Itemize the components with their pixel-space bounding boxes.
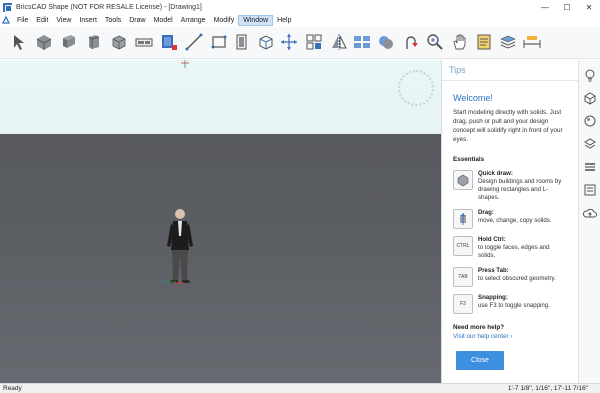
- menu-model[interactable]: Model: [150, 15, 177, 26]
- bulb-icon[interactable]: [581, 66, 599, 84]
- drag-icon: [453, 209, 473, 229]
- extrude-icon[interactable]: [83, 31, 105, 53]
- menu-edit[interactable]: Edit: [32, 15, 52, 26]
- title-bar: BricsCAD Shape (NOT FOR RESALE License) …: [0, 0, 600, 14]
- layers-icon[interactable]: [497, 31, 519, 53]
- welcome-heading: Welcome!: [453, 93, 493, 103]
- maximize-button[interactable]: ☐: [556, 0, 578, 14]
- menu-bar: File Edit View Insert Tools Draw Model A…: [0, 14, 600, 26]
- menu-arrange[interactable]: Arrange: [177, 15, 210, 26]
- viewport-ground: [0, 134, 441, 383]
- properties-icon[interactable]: [473, 31, 495, 53]
- status-text: Ready: [3, 385, 22, 392]
- component-icon[interactable]: [581, 89, 599, 107]
- menu-file[interactable]: File: [13, 15, 32, 26]
- close-tips-button[interactable]: Close: [456, 351, 504, 370]
- status-bar: Ready 1'-7 1/8", 1/16", 17'-11 7/16": [0, 383, 600, 393]
- tip-ctrl: CTRL Hold Ctrl: to toggle faces, edges a…: [453, 236, 567, 260]
- quick-draw-icon: [453, 170, 473, 190]
- tip-description: Design buildings and rooms by drawing re…: [478, 178, 562, 201]
- tip-description: move, change, copy solids.: [478, 217, 552, 224]
- help-center-link[interactable]: Visit our help center ›: [453, 333, 567, 340]
- intro-text: Start modeling directly with solids. Jus…: [453, 109, 563, 143]
- tip-description: to toggle faces, edges and solids.: [478, 244, 550, 259]
- help-heading: Need more help?: [453, 324, 505, 331]
- layers-panel-icon[interactable]: [581, 158, 599, 176]
- tip-snapping: F3 Snapping: use F3 to toggle snapping.: [453, 294, 567, 314]
- essentials-heading: Essentials: [453, 156, 485, 163]
- pan-hand-icon[interactable]: [449, 31, 471, 53]
- render-icon[interactable]: [581, 112, 599, 130]
- tip-quick-draw: Quick draw: Design buildings and rooms b…: [453, 170, 567, 202]
- door-icon[interactable]: [231, 31, 253, 53]
- cube-icon[interactable]: [108, 31, 130, 53]
- push-pull-icon[interactable]: [400, 31, 422, 53]
- tip-title: Press Tab:: [478, 267, 509, 274]
- tips-body: Welcome! Start modeling directly with so…: [442, 81, 578, 340]
- menu-help[interactable]: Help: [273, 15, 295, 26]
- ctrl-key-icon: CTRL: [453, 236, 473, 256]
- window-icon[interactable]: [133, 31, 155, 53]
- drawing-viewport[interactable]: [0, 60, 441, 383]
- tip-drag: Drag: move, change, copy solids.: [453, 209, 567, 229]
- menu-tools[interactable]: Tools: [101, 15, 125, 26]
- menu-insert[interactable]: Insert: [75, 15, 101, 26]
- window-title: BricsCAD Shape (NOT FOR RESALE License) …: [16, 3, 202, 11]
- tips-title: Tips: [449, 65, 466, 75]
- tips-panel: Tips Welcome! Start modeling directly wi…: [441, 60, 578, 383]
- coordinate-readout: 1'-7 1/8", 1/16", 17'-11 7/16": [507, 385, 588, 392]
- stack-icon[interactable]: [581, 135, 599, 153]
- bricscad-logo-icon[interactable]: [2, 16, 10, 24]
- solid-box-icon[interactable]: [33, 31, 55, 53]
- array-icon[interactable]: [351, 31, 373, 53]
- tip-tab: TAB Press Tab: to select obscured geomet…: [453, 267, 567, 287]
- viewport-sky: [0, 60, 441, 134]
- tip-title: Hold Ctrl:: [478, 236, 506, 243]
- tips-header: Tips: [442, 60, 578, 81]
- material-icon[interactable]: [158, 31, 180, 53]
- tip-description: to select obscured geometry.: [478, 275, 556, 282]
- box-view-icon[interactable]: [255, 31, 277, 53]
- select-icon[interactable]: [8, 31, 30, 53]
- tip-title: Quick draw:: [478, 170, 513, 177]
- grid-icon[interactable]: [303, 31, 325, 53]
- line-icon[interactable]: [183, 31, 205, 53]
- app-logo-icon: [3, 2, 12, 12]
- tip-description: use F3 to toggle snapping.: [478, 302, 550, 309]
- polysolid-icon[interactable]: [58, 31, 80, 53]
- minimize-button[interactable]: —: [534, 0, 556, 14]
- main-toolbar: [0, 27, 600, 59]
- zoom-icon[interactable]: [424, 31, 446, 53]
- library-icon[interactable]: [581, 181, 599, 199]
- union-icon[interactable]: [375, 31, 397, 53]
- rectangle-icon[interactable]: [208, 31, 230, 53]
- tip-title: Snapping:: [478, 294, 508, 301]
- menu-modify[interactable]: Modify: [210, 15, 239, 26]
- window-controls: — ☐ ✕: [534, 0, 600, 14]
- mirror-icon[interactable]: [328, 31, 350, 53]
- move-icon[interactable]: [278, 31, 300, 53]
- close-window-button[interactable]: ✕: [578, 0, 600, 14]
- ucs-origin-icon: [181, 60, 189, 68]
- measure-icon[interactable]: [521, 31, 543, 53]
- menu-draw[interactable]: Draw: [125, 15, 149, 26]
- f3-key-icon: F3: [453, 294, 473, 314]
- side-panel-strip: [578, 60, 600, 383]
- menu-view[interactable]: View: [52, 15, 75, 26]
- cloud-icon[interactable]: [581, 204, 599, 222]
- tip-title: Drag:: [478, 209, 494, 216]
- view-compass-icon[interactable]: [398, 70, 434, 106]
- menu-window[interactable]: Window: [238, 14, 274, 26]
- human-figure-icon: [161, 209, 193, 285]
- tab-key-icon: TAB: [453, 267, 473, 287]
